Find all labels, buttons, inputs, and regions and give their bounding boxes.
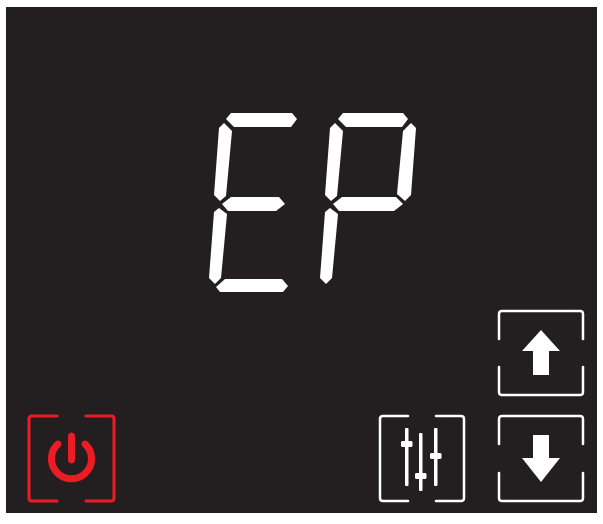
sliders-icon	[401, 428, 442, 491]
segment-p-lower-left	[320, 208, 338, 284]
segment-p-upper-left	[325, 123, 343, 201]
power-button[interactable]	[27, 414, 116, 503]
segment-e-upper-left	[214, 123, 232, 201]
segment-p-top	[338, 113, 408, 127]
up-button[interactable]	[497, 309, 585, 397]
digit-e	[209, 113, 297, 292]
segment-e-bottom	[216, 279, 288, 292]
arrow-up-icon	[522, 330, 560, 375]
digit-p	[320, 113, 416, 284]
segment-e-lower-left	[209, 208, 227, 284]
segment-e-middle	[222, 197, 285, 211]
arrow-down-icon	[522, 435, 560, 482]
segment-e-top	[226, 113, 297, 127]
power-icon	[48, 432, 95, 483]
segment-p-middle	[333, 197, 403, 211]
down-button[interactable]	[497, 414, 585, 503]
settings-button[interactable]	[378, 414, 466, 503]
segment-p-upper-right	[397, 123, 416, 201]
